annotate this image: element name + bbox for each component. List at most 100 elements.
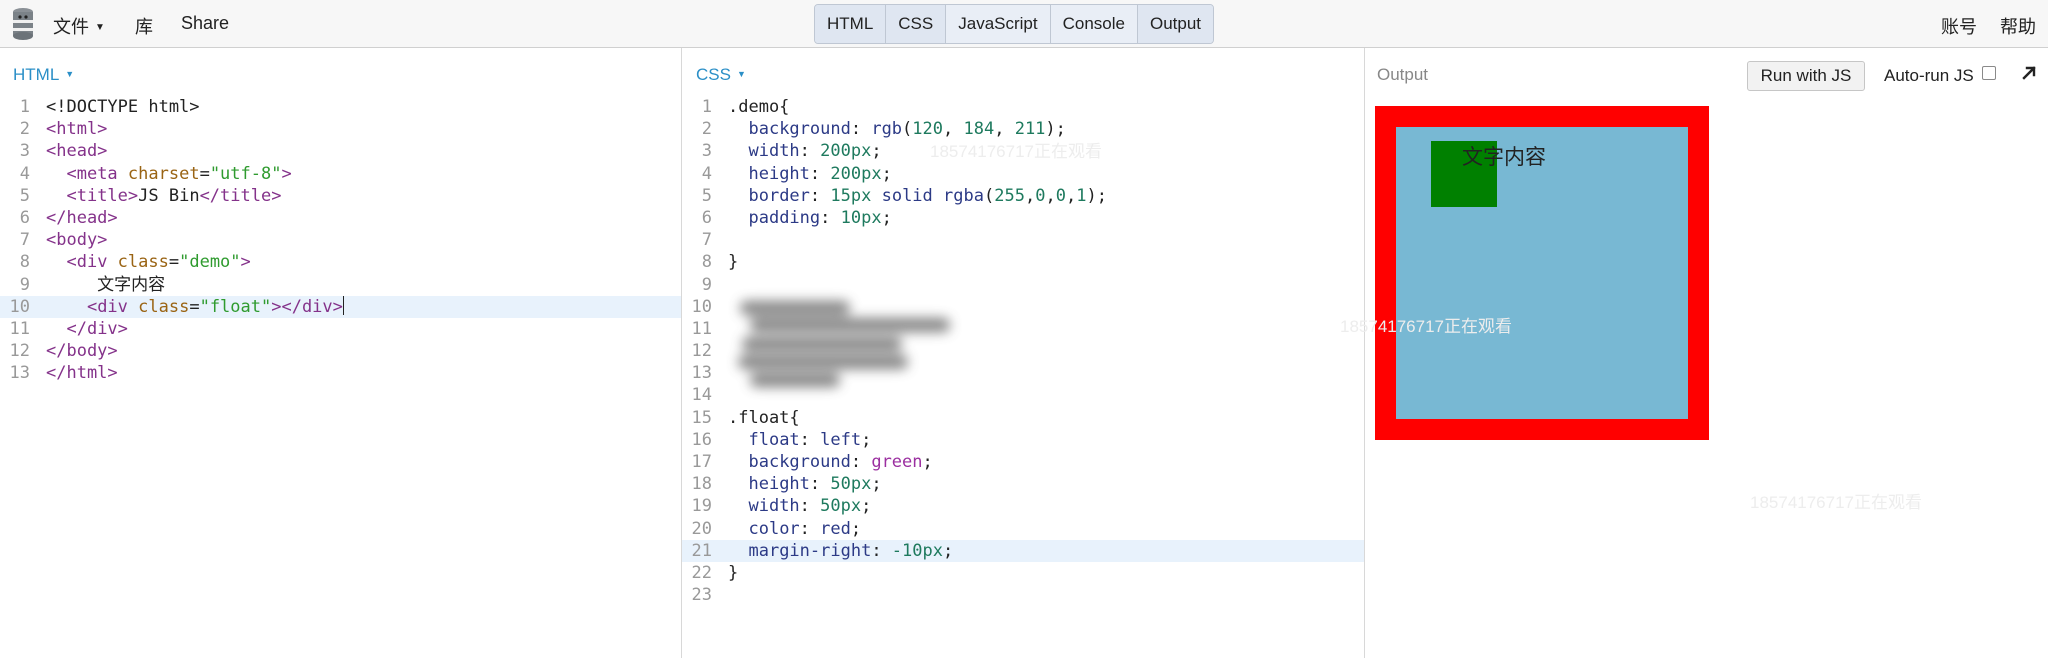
auto-run-js-checkbox[interactable] [1982,66,1996,80]
code-line[interactable]: 9 文字内容 [0,274,681,296]
html-editor[interactable]: 1 <!DOCTYPE html> 2 <html> 3 <head> 4 <meta ch… [0,96,681,384]
code-text: <html> [46,118,107,140]
code-token: : [850,119,872,140]
line-number: 20 [691,518,712,539]
code-line[interactable]: 8} [682,251,1364,273]
tab-console[interactable]: Console [1049,5,1137,43]
code-line[interactable]: 6 </head> [0,207,681,229]
tab-html[interactable]: HTML [815,5,886,43]
run-with-js-button[interactable]: Run with JS [1747,61,1865,91]
account-link[interactable]: 账号 [1941,13,1977,39]
code-line[interactable]: 20 color: red; [682,518,1364,540]
code-text: <body> [46,229,107,251]
code-token: "utf-8" [209,163,282,184]
code-token: ; [861,496,872,517]
code-token: .demo{ [728,97,790,117]
line-number: 12 [691,341,712,362]
code-line[interactable]: 13 </html> [0,362,681,384]
code-text: margin-right: -10px; [728,540,953,562]
line-number: 8 [19,252,30,273]
code-line[interactable]: 21 margin-right: -10px; [682,539,1364,562]
tab-javascript[interactable]: JavaScript [945,5,1050,43]
code-text: 文字内容 [46,274,165,296]
menu-share[interactable]: Share [181,13,229,34]
code-text: height: 200px; [728,163,892,185]
code-token: ; [922,452,933,472]
code-line[interactable]: 10 <div class="float"></div> [0,295,681,318]
code-text: } [728,562,738,584]
code-token: , [1024,185,1036,206]
line-number: 11 [691,318,712,339]
code-token: background [748,119,851,140]
code-token: ; [861,429,872,450]
line-number: 23 [691,585,712,606]
code-line[interactable]: 12 </body> [0,340,681,362]
code-line[interactable]: 5 <title>JS Bin</title> [0,185,681,207]
code-token: : [799,518,821,539]
code-token: ; [881,163,892,184]
line-number: 5 [19,185,30,206]
line-number: 8 [701,252,712,273]
html-panel-title[interactable]: HTML ▼ [13,65,74,85]
code-token: ; [942,540,954,561]
code-token: ; [881,207,892,228]
code-line[interactable]: 16 float: left; [682,429,1364,451]
code-line[interactable]: 22} [682,562,1364,584]
code-token: : [871,540,892,561]
popout-arrow-icon[interactable] [2019,63,2039,83]
tab-css[interactable]: CSS [885,5,946,43]
code-line[interactable]: 4 <meta charset="utf-8"> [0,163,681,185]
output-demo-box: 文字内容 [1375,106,1709,440]
code-token: ( [902,119,913,140]
code-text: color: red; [728,518,861,540]
code-token: : [850,452,872,472]
code-token: : [799,141,821,162]
code-line[interactable]: 6 padding: 10px; [682,207,1364,229]
code-line[interactable]: 7 <body> [0,229,681,251]
menu-library[interactable]: 库 [135,13,153,39]
menu-file[interactable]: 文件 ▼ [53,13,105,39]
code-text: background: green; [728,451,933,473]
code-line[interactable]: 7 [682,229,1364,251]
code-token: : [809,185,831,206]
tab-output[interactable]: Output [1137,5,1214,43]
chevron-down-icon: ▼ [65,69,75,79]
code-token: 50px [830,474,872,495]
code-line[interactable]: 11 </div> [0,318,681,340]
code-text: </html> [46,362,118,384]
code-line[interactable]: 15 .float{ [682,407,1364,429]
code-line[interactable]: 8 <div class="demo"> [0,251,681,273]
code-line[interactable]: 19 width: 50px; [682,495,1364,517]
line-number: 14 [691,385,712,406]
code-line[interactable]: 17 background: green; [682,451,1364,473]
jsbin-logo-icon[interactable] [10,7,36,41]
menu-file-label: 文件 [53,17,89,37]
code-line[interactable]: 2 <html> [0,118,681,140]
css-panel-title[interactable]: CSS ▼ [696,65,746,85]
line-number: 7 [19,230,30,251]
code-token: <body> [46,230,108,251]
code-token: : [799,429,821,450]
code-line[interactable]: 5 border: 15px solid rgba(255,0,0,1); [682,185,1364,207]
code-line[interactable]: 4 height: 200px; [682,163,1364,185]
code-token: .float{ [728,407,800,428]
line-number: 7 [701,230,712,251]
code-line[interactable]: 1 .demo{ [682,96,1364,118]
code-line[interactable]: 1 <!DOCTYPE html> [0,96,681,118]
line-number: 21 [691,540,712,561]
code-line[interactable]: 18 height: 50px; [682,473,1364,495]
code-token: <html> [46,119,108,140]
code-line[interactable]: 23 [682,584,1364,606]
code-token: 0 [1035,185,1046,206]
code-token: ; [850,518,862,539]
code-line[interactable]: 3 <head> [0,140,681,162]
line-number: 12 [9,341,30,362]
help-link[interactable]: 帮助 [2000,13,2036,39]
html-panel: HTML ▼ 1 <!DOCTYPE html> 2 <html> 3 <head> 4 <m… [0,48,681,658]
